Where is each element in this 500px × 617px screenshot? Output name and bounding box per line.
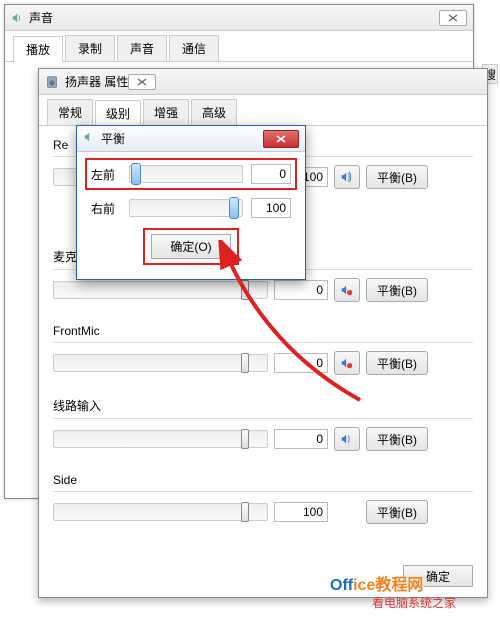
tab-general[interactable]: 常规 xyxy=(47,99,93,125)
balance-row-right-front: 右前 100 xyxy=(91,198,291,218)
tab-levels[interactable]: 级别 xyxy=(95,100,141,126)
volume-slider[interactable] xyxy=(53,430,268,448)
divider xyxy=(53,418,473,419)
section-label: FrontMic xyxy=(53,324,473,338)
watermark-office: Office教程网 xyxy=(330,571,423,595)
balance-readout-right: 100 xyxy=(251,198,291,218)
divider xyxy=(53,491,473,492)
section-label: 线路输入 xyxy=(53,397,473,414)
mute-button[interactable] xyxy=(334,351,360,375)
balance-titlebar: 平衡 xyxy=(77,126,305,152)
balance-readout-left: 0 xyxy=(251,164,291,184)
tab-sounds[interactable]: 声音 xyxy=(117,35,167,61)
balance-title: 平衡 xyxy=(101,130,263,147)
watermark-secondary: 看电脑系统之家 xyxy=(372,594,456,611)
balance-button[interactable]: 平衡(B) xyxy=(366,500,428,524)
level-section-linein: 线路输入 0 平衡(B) xyxy=(53,397,473,451)
tab-recording[interactable]: 录制 xyxy=(65,35,115,61)
speaker-tabs: 常规 级别 增强 高级 xyxy=(39,95,487,125)
channel-label: 右前 xyxy=(91,200,121,217)
tab-advanced[interactable]: 高级 xyxy=(191,99,237,125)
speaker-title: 扬声器 属性 xyxy=(65,73,128,90)
balance-button[interactable]: 平衡(B) xyxy=(366,278,428,302)
close-button[interactable] xyxy=(439,10,467,26)
close-button[interactable] xyxy=(128,74,156,90)
volume-slider[interactable] xyxy=(53,281,268,299)
volume-readout: 0 xyxy=(274,429,328,449)
sound-titlebar: 声音 xyxy=(5,5,473,31)
volume-readout: 0 xyxy=(274,280,328,300)
mute-button[interactable] xyxy=(334,427,360,451)
speaker-titlebar: 扬声器 属性 xyxy=(39,69,487,95)
sound-title: 声音 xyxy=(29,9,439,26)
speaker-icon xyxy=(83,130,97,147)
section-label: Side xyxy=(53,473,473,487)
speaker-icon xyxy=(11,11,25,25)
level-section-frontmic: FrontMic 0 平衡(B) xyxy=(53,324,473,375)
volume-readout: 0 xyxy=(274,353,328,373)
channel-label: 左前 xyxy=(91,166,121,183)
balance-slider-right[interactable] xyxy=(129,199,243,217)
divider xyxy=(53,342,473,343)
highlight-box-left: 左前 0 xyxy=(85,158,297,190)
volume-readout: 100 xyxy=(274,502,328,522)
tab-playback[interactable]: 播放 xyxy=(13,36,63,62)
mute-button[interactable] xyxy=(334,165,360,189)
level-section-side: Side 100 平衡(B) xyxy=(53,473,473,524)
balance-dialog: 平衡 左前 0 右前 100 确定(O) xyxy=(76,125,306,280)
ok-button[interactable]: 确定(O) xyxy=(151,234,230,259)
balance-button[interactable]: 平衡(B) xyxy=(366,427,428,451)
balance-button[interactable]: 平衡(B) xyxy=(366,165,428,189)
tab-communications[interactable]: 通信 xyxy=(169,35,219,61)
mute-button[interactable] xyxy=(334,278,360,302)
volume-slider[interactable] xyxy=(53,354,268,372)
balance-row-left-front: 左前 0 xyxy=(91,164,291,184)
sound-tabs: 播放 录制 声音 通信 xyxy=(5,31,473,62)
highlight-box-ok: 确定(O) xyxy=(143,228,238,265)
balance-slider-left[interactable] xyxy=(129,165,243,183)
volume-slider[interactable] xyxy=(53,503,268,521)
speaker-icon xyxy=(45,75,59,89)
balance-button[interactable]: 平衡(B) xyxy=(366,351,428,375)
tab-enhancements[interactable]: 增强 xyxy=(143,99,189,125)
close-button[interactable] xyxy=(263,130,299,148)
